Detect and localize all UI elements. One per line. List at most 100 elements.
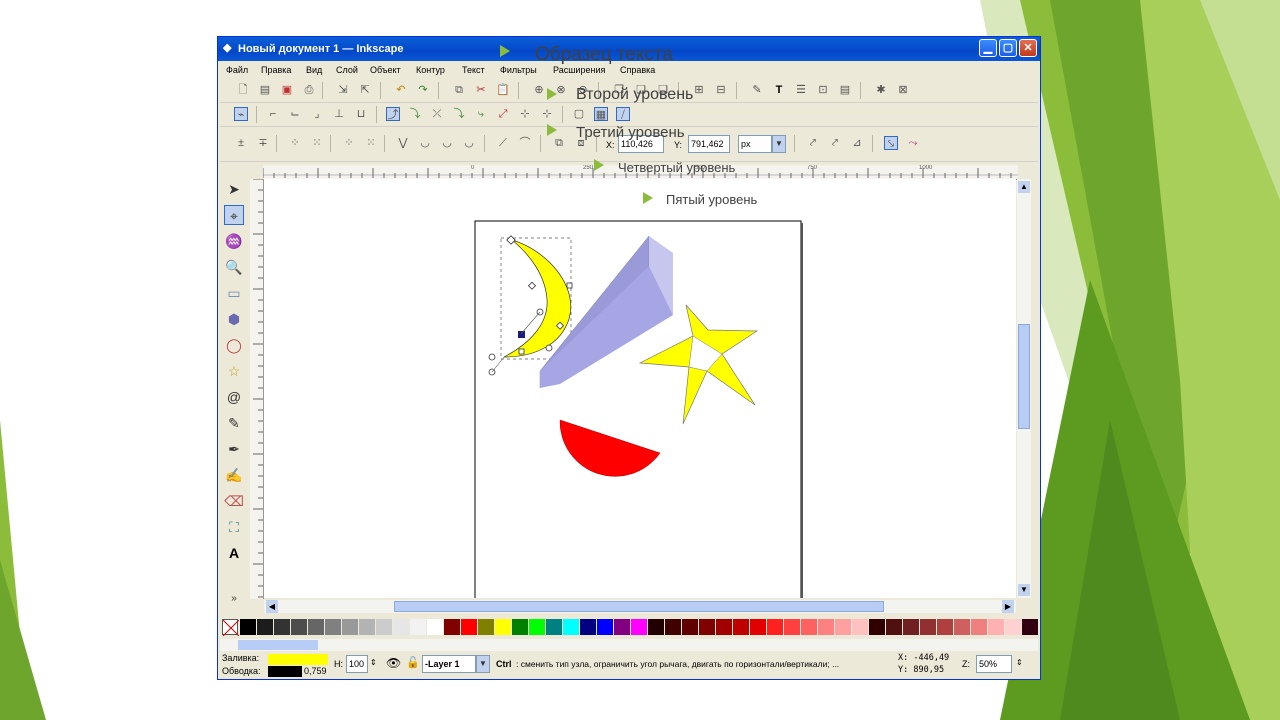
- zoom-tool-icon[interactable]: 🔍: [224, 257, 244, 277]
- text-tool-icon[interactable]: A: [224, 543, 244, 563]
- pencil-tool-icon[interactable]: ✎: [224, 413, 244, 433]
- redo-icon[interactable]: ↷: [416, 83, 430, 97]
- palette-swatch[interactable]: [427, 619, 443, 635]
- palette-scrollbar[interactable]: [220, 639, 1038, 651]
- palette-swatch[interactable]: [495, 619, 511, 635]
- opacity-input[interactable]: 100: [346, 655, 368, 673]
- export-icon[interactable]: ⇱: [358, 83, 372, 97]
- horizontal-scroll-thumb[interactable]: [394, 601, 884, 612]
- close-button[interactable]: ✕: [1019, 39, 1037, 57]
- snap-smooth-icon[interactable]: ⤵: [452, 107, 466, 121]
- star-tool-icon[interactable]: ☆: [224, 361, 244, 381]
- palette-swatch[interactable]: [750, 619, 766, 635]
- zoom-input[interactable]: 50%: [976, 655, 1012, 673]
- palette-swatch[interactable]: [733, 619, 749, 635]
- scroll-left-icon[interactable]: ◀: [266, 600, 278, 613]
- smooth-node-icon[interactable]: ◡: [418, 136, 432, 150]
- selected-node[interactable]: [518, 331, 525, 338]
- segment-curve-icon[interactable]: ⌒: [518, 136, 532, 150]
- break-path-icon[interactable]: ⁙: [310, 136, 324, 150]
- palette-swatch[interactable]: [410, 619, 426, 635]
- menu-view[interactable]: Вид: [306, 65, 322, 75]
- menu-path[interactable]: Контур: [416, 65, 445, 75]
- menu-text[interactable]: Текст: [462, 65, 485, 75]
- snap-center-icon[interactable]: ⊔: [354, 107, 368, 121]
- snap-page-icon[interactable]: ▢: [572, 107, 586, 121]
- paint-bucket-tool-icon[interactable]: ⛶: [224, 517, 244, 537]
- palette-swatch[interactable]: [716, 619, 732, 635]
- zoom-spin-icon[interactable]: ⇕: [1016, 658, 1023, 667]
- palette-swatch[interactable]: [767, 619, 783, 635]
- snap-object-center-icon[interactable]: ⊹: [518, 107, 532, 121]
- palette-swatch[interactable]: [682, 619, 698, 635]
- y-coordinate-input[interactable]: 791,462: [688, 135, 730, 153]
- cut-icon[interactable]: ✂: [474, 83, 488, 97]
- snap-line-midpoint-icon[interactable]: ⤢: [496, 107, 510, 121]
- palette-swatch[interactable]: [359, 619, 375, 635]
- snap-nodes-icon[interactable]: ⤴: [386, 107, 400, 121]
- palette-swatch[interactable]: [869, 619, 885, 635]
- spiral-tool-icon[interactable]: @: [224, 387, 244, 407]
- menu-extensions[interactable]: Расширения: [553, 65, 605, 75]
- preferences-icon[interactable]: ✱: [874, 83, 888, 97]
- eye-icon[interactable]: 👁: [386, 656, 401, 670]
- palette-swatch[interactable]: [801, 619, 817, 635]
- scroll-down-icon[interactable]: ▼: [1018, 584, 1030, 596]
- palette-swatch[interactable]: [342, 619, 358, 635]
- text-font-icon[interactable]: T: [772, 83, 786, 97]
- symmetric-node-icon[interactable]: ◡: [440, 136, 454, 150]
- snap-bbox-edge-icon[interactable]: ⌙: [288, 107, 302, 121]
- cusp-node-icon[interactable]: ⋁: [396, 136, 410, 150]
- tweak-tool-icon[interactable]: ♒: [224, 231, 244, 251]
- palette-swatch[interactable]: [444, 619, 460, 635]
- paste-icon[interactable]: 📋: [496, 83, 510, 97]
- palette-swatch[interactable]: [512, 619, 528, 635]
- scroll-up-icon[interactable]: ▲: [1018, 181, 1030, 193]
- xml-editor-icon[interactable]: ☰: [794, 83, 808, 97]
- palette-swatch[interactable]: [325, 619, 341, 635]
- selector-tool-icon[interactable]: ➤: [224, 179, 244, 199]
- join-nodes-icon[interactable]: ⁘: [288, 136, 302, 150]
- snap-cusp-icon[interactable]: ⤷: [474, 107, 488, 121]
- vertical-scrollbar[interactable]: ▲ ▼: [1017, 179, 1031, 598]
- undo-icon[interactable]: ↶: [394, 83, 408, 97]
- palette-swatch[interactable]: [954, 619, 970, 635]
- auto-smooth-node-icon[interactable]: ◡: [462, 136, 476, 150]
- palette-swatch[interactable]: [240, 619, 256, 635]
- snap-bbox-icon[interactable]: ⌐: [266, 107, 280, 121]
- import-icon[interactable]: ⇲: [336, 83, 350, 97]
- drawing-canvas[interactable]: [264, 179, 1016, 598]
- group-icon[interactable]: ⊞: [692, 83, 706, 97]
- align-distribute-icon[interactable]: ▤: [838, 83, 852, 97]
- ungroup-icon[interactable]: ⊟: [714, 83, 728, 97]
- palette-swatch[interactable]: [580, 619, 596, 635]
- scroll-right-icon[interactable]: ▶: [1002, 600, 1014, 613]
- palette-swatch[interactable]: [648, 619, 664, 635]
- snap-midpoint-icon[interactable]: ⊥: [332, 107, 346, 121]
- palette-swatch[interactable]: [1005, 619, 1021, 635]
- palette-swatch[interactable]: [665, 619, 681, 635]
- open-icon[interactable]: ▤: [258, 83, 272, 97]
- object-properties-icon[interactable]: ⊡: [816, 83, 830, 97]
- menu-object[interactable]: Объект: [370, 65, 401, 75]
- maximize-button[interactable]: ▢: [999, 39, 1017, 57]
- palette-swatch[interactable]: [988, 619, 1004, 635]
- eraser-tool-icon[interactable]: ⌫: [224, 491, 244, 511]
- menu-help[interactable]: Справка: [620, 65, 655, 75]
- palette-swatch[interactable]: [699, 619, 715, 635]
- snap-bbox-corner-icon[interactable]: ⌟: [310, 107, 324, 121]
- delete-segment-icon[interactable]: ⁙: [364, 136, 378, 150]
- palette-swatch[interactable]: [614, 619, 630, 635]
- no-paint-swatch[interactable]: [222, 619, 240, 637]
- palette-swatch[interactable]: [920, 619, 936, 635]
- palette-swatch[interactable]: [818, 619, 834, 635]
- new-document-icon[interactable]: 🗋: [236, 83, 250, 97]
- print-icon[interactable]: ⎙: [302, 83, 316, 97]
- snap-path-icon[interactable]: ⤵: [408, 107, 422, 121]
- palette-swatch[interactable]: [631, 619, 647, 635]
- palette-swatch[interactable]: [376, 619, 392, 635]
- palette-swatch[interactable]: [597, 619, 613, 635]
- snap-guide-icon[interactable]: ⧸: [616, 107, 630, 121]
- pen-tool-icon[interactable]: ✒: [224, 439, 244, 459]
- palette-swatch[interactable]: [478, 619, 494, 635]
